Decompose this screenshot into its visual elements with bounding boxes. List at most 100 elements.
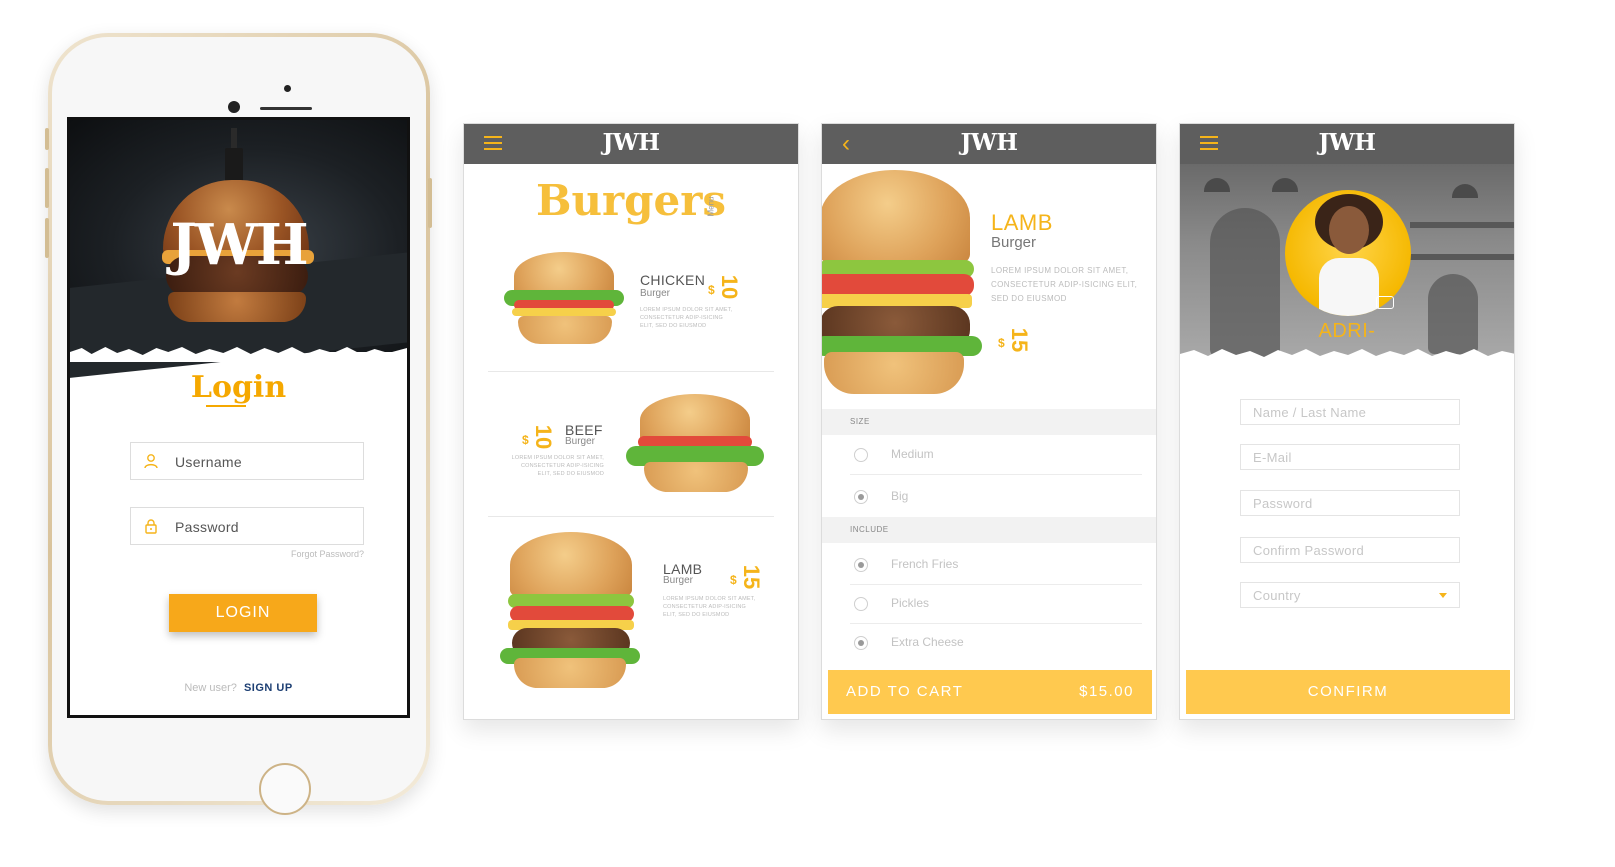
torn-edge [1180,349,1514,362]
option-label: French Fries [891,557,959,571]
currency-symbol: $ [522,433,529,447]
brand-logo: JWH [1318,129,1376,156]
password-field[interactable]: Password [1240,490,1460,516]
radio-button[interactable] [854,448,868,462]
phone-sensor [284,85,291,92]
price-value: 15 [738,564,764,590]
menu-divider [488,516,774,517]
price-value: 10 [530,424,556,450]
add-to-cart-label: ADD TO CART [846,683,964,700]
menu-item-type: Burger [663,575,694,586]
include-section-header: INCLUDE [822,517,1156,543]
chevron-down-icon [1439,593,1447,598]
radio-button[interactable] [854,490,868,504]
menu-item-desc: LOREM IPSUM DOLOR SIT AMET, CONSECTETUR … [663,596,756,618]
radio-button[interactable] [854,597,868,611]
field-placeholder: Password [1253,496,1313,511]
field-placeholder: Name / Last Name [1253,405,1367,420]
beef-burger-image[interactable] [622,392,772,502]
volume-down-button [45,218,49,258]
menu-screen: JWH Burgers Menu CHICKEN Burger LOREM IP… [463,123,799,720]
menu-item-price: $10 [522,424,556,450]
torn-paper-edge [70,347,407,362]
front-camera [228,101,240,113]
signup-link[interactable]: SIGN UP [244,682,293,694]
menu-topbar: JWH [464,124,798,164]
name-field[interactable]: Name / Last Name [1240,399,1460,425]
option-label: Pickles [891,596,930,610]
confirm-button[interactable]: CONFIRM [1186,670,1510,714]
menu-divider [488,371,774,372]
size-option-big[interactable]: Big [850,477,1142,517]
price-value: 10 [716,274,742,300]
currency-symbol: $ [708,283,715,297]
include-option-fries[interactable]: French Fries [850,545,1142,585]
hero-bun-bottom [168,292,306,322]
detail-screen: ‹ JWH LAMB Burger LOREM IPSUM DOLOR SIT … [821,123,1157,720]
field-placeholder: Country [1253,588,1301,603]
option-label: Big [891,489,909,503]
include-option-pickles[interactable]: Pickles [850,584,1142,624]
home-button[interactable] [259,763,311,815]
product-name: LAMB [991,210,1053,235]
username-field[interactable]: Username [130,442,364,480]
avatar-face [1329,206,1369,254]
user-icon [144,454,158,469]
username-placeholder: Username [175,454,242,470]
profile-screen: JWH ADRI- Name / Last Name E-Mail Passwo… [1179,123,1515,720]
include-option-cheese[interactable]: Extra Cheese [850,623,1142,663]
detail-topbar: ‹ JWH [822,124,1156,164]
radio-button[interactable] [854,558,868,572]
chicken-burger-image[interactable] [500,252,630,352]
menu-item-price: $15 [730,564,764,590]
camera-icon[interactable] [1376,296,1394,309]
login-screen: JWH Login Username Password Forgot Passw… [67,117,410,718]
new-user-text: New user? [184,682,237,694]
title-underline [206,405,246,407]
field-placeholder: E-Mail [1253,450,1292,465]
menu-item-desc: LOREM IPSUM DOLOR SIT AMET, CONSECTETUR … [640,307,733,329]
power-button [428,178,432,228]
login-button[interactable]: LOGIN [169,594,317,632]
hero-logo: JWH [170,212,308,278]
brand-logo: JWH [602,129,660,156]
menu-item-price: $10 [708,274,742,300]
password-placeholder: Password [175,519,239,535]
menu-item-type: Burger [565,436,596,447]
option-label: Extra Cheese [891,635,964,649]
product-desc: LOREM IPSUM DOLOR SIT AMET, CONSECTETUR … [991,266,1138,303]
price-value: 15 [1006,327,1032,353]
lock-icon [145,519,157,534]
avatar-body [1319,258,1379,316]
size-option-medium[interactable]: Medium [850,435,1142,475]
lamb-burger-large-image [822,170,984,402]
earpiece-speaker [260,107,312,110]
password-field[interactable]: Password [130,507,364,545]
confirm-password-field[interactable]: Confirm Password [1240,537,1460,563]
email-field[interactable]: E-Mail [1240,444,1460,470]
menu-item-desc: LOREM IPSUM DOLOR SIT AMET, CONSECTETUR … [511,455,604,477]
lamb-burger-image[interactable] [494,532,644,692]
volume-up-button [45,168,49,208]
menu-item-type: Burger [640,288,671,299]
signup-prompt: New user? SIGN UP [70,682,407,694]
product-price: $15 [998,327,1032,353]
menu-subtitle: Menu [706,196,716,217]
radio-button[interactable] [854,636,868,650]
login-title: Login [190,370,287,405]
profile-name: ADRI- [1318,320,1376,342]
size-section-header: SIZE [822,409,1156,435]
cart-total: $15.00 [1079,683,1134,700]
hero-image: JWH [70,120,407,380]
brand-logo: JWH [960,129,1018,156]
add-to-cart-button[interactable]: ADD TO CART $15.00 [828,670,1152,714]
field-placeholder: Confirm Password [1253,543,1364,558]
forgot-password-link[interactable]: Forgot Password? [240,549,364,559]
product-type: Burger [991,234,1037,251]
mute-switch [45,128,49,150]
country-select[interactable]: Country [1240,582,1460,608]
menu-title: Burgers [535,176,727,225]
option-label: Medium [891,447,934,461]
currency-symbol: $ [998,336,1005,350]
menu-item-name: CHICKEN [640,272,706,288]
